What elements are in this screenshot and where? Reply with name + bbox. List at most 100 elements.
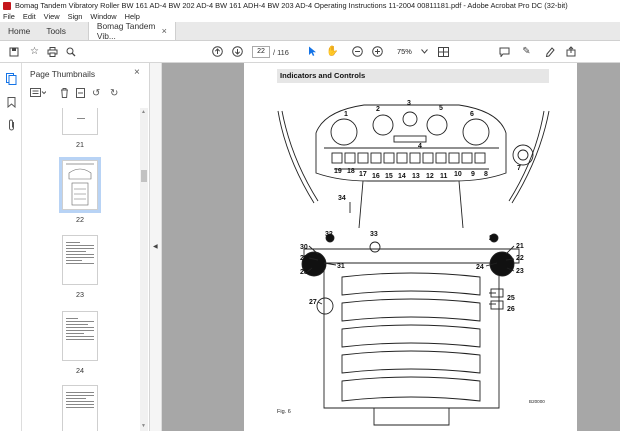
thumbnail-text-line <box>66 324 88 325</box>
figure-label: Fig. 6 <box>277 409 291 415</box>
rotate-right-icon[interactable]: ↻ <box>110 88 118 99</box>
callout-7: 7 <box>517 165 521 172</box>
figure-code: B20000 <box>529 399 545 404</box>
select-cursor-icon[interactable] <box>307 46 318 57</box>
left-rail <box>0 63 22 431</box>
callout-28: 28 <box>300 269 308 276</box>
menu-sign[interactable]: Sign <box>68 12 83 21</box>
title-bar: Bomag Tandem Vibratory Roller BW 161 AD-… <box>0 0 620 11</box>
thumbnail-page-22[interactable] <box>59 157 101 213</box>
trash-icon[interactable] <box>60 88 69 101</box>
callout-22: 22 <box>516 255 524 262</box>
callout-17: 17 <box>359 171 367 178</box>
comment-icon[interactable] <box>499 46 510 57</box>
insert-page-icon[interactable] <box>76 88 85 101</box>
thumbnail-text-line <box>66 254 94 255</box>
callout-11: 11 <box>440 173 448 180</box>
chevron-down-icon[interactable] <box>419 46 430 57</box>
thumbnail-text-line <box>66 401 94 402</box>
callout-15: 15 <box>385 173 393 180</box>
thumbnail-text-line <box>66 248 94 249</box>
scroll-thumb[interactable] <box>141 170 147 182</box>
callout-27: 27 <box>309 299 317 306</box>
menu-window[interactable]: Window <box>90 12 116 21</box>
callout-5: 5 <box>439 105 443 112</box>
thumbnail-page-21[interactable] <box>62 108 98 135</box>
close-icon[interactable]: × <box>162 26 167 36</box>
callout-31: 31 <box>337 263 345 270</box>
page-down-icon[interactable] <box>232 46 243 57</box>
thumbnail-text-line <box>66 336 94 337</box>
thumbnail-text-line <box>66 251 86 252</box>
page-up-icon[interactable] <box>212 46 223 57</box>
thumbnail-scrollbar[interactable]: ▲ ▼ <box>140 108 148 431</box>
scroll-up-icon[interactable]: ▲ <box>141 109 146 115</box>
menu-file[interactable]: File <box>3 12 15 21</box>
callout-24: 24 <box>476 264 484 271</box>
thumbnail-page-23[interactable] <box>62 235 98 285</box>
fit-page-icon[interactable] <box>438 46 449 57</box>
callout-29: 29 <box>300 255 308 262</box>
callout-1: 1 <box>344 111 348 118</box>
thumbnail-text-line <box>66 260 82 261</box>
callout-34: 34 <box>338 195 346 202</box>
rotate-left-icon[interactable]: ↺ <box>92 88 100 99</box>
window-title: Bomag Tandem Vibratory Roller BW 161 AD-… <box>15 1 568 10</box>
thumbnail-text-line <box>66 339 94 340</box>
tab-home[interactable]: Home <box>0 22 38 40</box>
thumbnail-options-icon[interactable] <box>30 88 47 101</box>
thumbnail-text-line <box>66 245 94 246</box>
close-icon[interactable]: × <box>134 67 140 78</box>
pen-icon[interactable]: ✎ <box>521 46 532 57</box>
thumbnail-page-25[interactable] <box>62 385 98 431</box>
page-thumbnails-icon[interactable] <box>5 73 17 85</box>
zoom-in-icon[interactable] <box>372 46 383 57</box>
search-icon[interactable] <box>65 46 76 57</box>
callout-33: 33 <box>370 231 378 238</box>
document-view[interactable]: Indicators and Controls 1 2 3 4 5 6 7 8 … <box>162 63 620 431</box>
thumbnail-text-line <box>66 318 78 319</box>
star-icon[interactable]: ☆ <box>29 46 40 57</box>
tab-bar: Home Tools Bomag Tandem Vib... × <box>0 21 620 41</box>
callout-23: 23 <box>516 268 524 275</box>
bookmark-icon[interactable] <box>5 96 17 108</box>
menu-help[interactable]: Help <box>125 12 140 21</box>
acrobat-icon <box>3 1 11 10</box>
tab-document-label: Bomag Tandem Vib... <box>96 21 156 41</box>
callout-21: 21 <box>516 243 524 250</box>
thumbnail-drawing <box>66 163 94 206</box>
print-icon[interactable] <box>47 46 58 57</box>
thumbnail-text-line <box>66 327 94 328</box>
callout-14: 14 <box>398 173 406 180</box>
collapse-panel-icon[interactable]: ◀ <box>153 243 158 250</box>
thumbnail-text-line <box>66 263 94 264</box>
callout-20: 20 <box>489 235 497 242</box>
thumbnail-panel: Page Thumbnails × ↺ ↻ ▲ ▼ 21 22 23 24 <box>22 63 150 431</box>
thumbnail-text-line <box>66 242 80 243</box>
zoom-out-icon[interactable] <box>352 46 363 57</box>
share-icon[interactable] <box>566 46 577 57</box>
panel-splitter[interactable]: ◀ <box>150 63 162 431</box>
hand-icon[interactable]: ✋ <box>326 46 338 57</box>
thumbnail-text-line <box>66 257 94 258</box>
menu-edit[interactable]: Edit <box>23 12 36 21</box>
tab-tools[interactable]: Tools <box>38 22 74 40</box>
panel-tools: ↺ ↻ <box>28 88 138 102</box>
thumbnail-text-line <box>66 398 86 399</box>
page-number-input[interactable]: 22 <box>252 46 270 58</box>
menu-bar: File Edit View Sign Window Help <box>0 11 620 22</box>
thumbnail-page-24[interactable] <box>62 311 98 361</box>
callout-26: 26 <box>507 306 515 313</box>
highlight-icon[interactable] <box>545 46 556 57</box>
callout-18: 18 <box>347 168 355 175</box>
callout-19: 19 <box>334 168 342 175</box>
thumbnail-label: 24 <box>76 366 84 375</box>
thumbnail-text-line <box>66 395 94 396</box>
toolbar: ☆ 22 / 116 ✋ 75% ✎ <box>0 41 620 63</box>
callout-4: 4 <box>418 143 422 150</box>
scroll-down-icon[interactable]: ▼ <box>141 423 146 429</box>
save-icon[interactable] <box>8 46 19 57</box>
attachment-icon[interactable] <box>5 119 17 131</box>
menu-view[interactable]: View <box>44 12 60 21</box>
tab-document[interactable]: Bomag Tandem Vib... × <box>87 21 176 41</box>
